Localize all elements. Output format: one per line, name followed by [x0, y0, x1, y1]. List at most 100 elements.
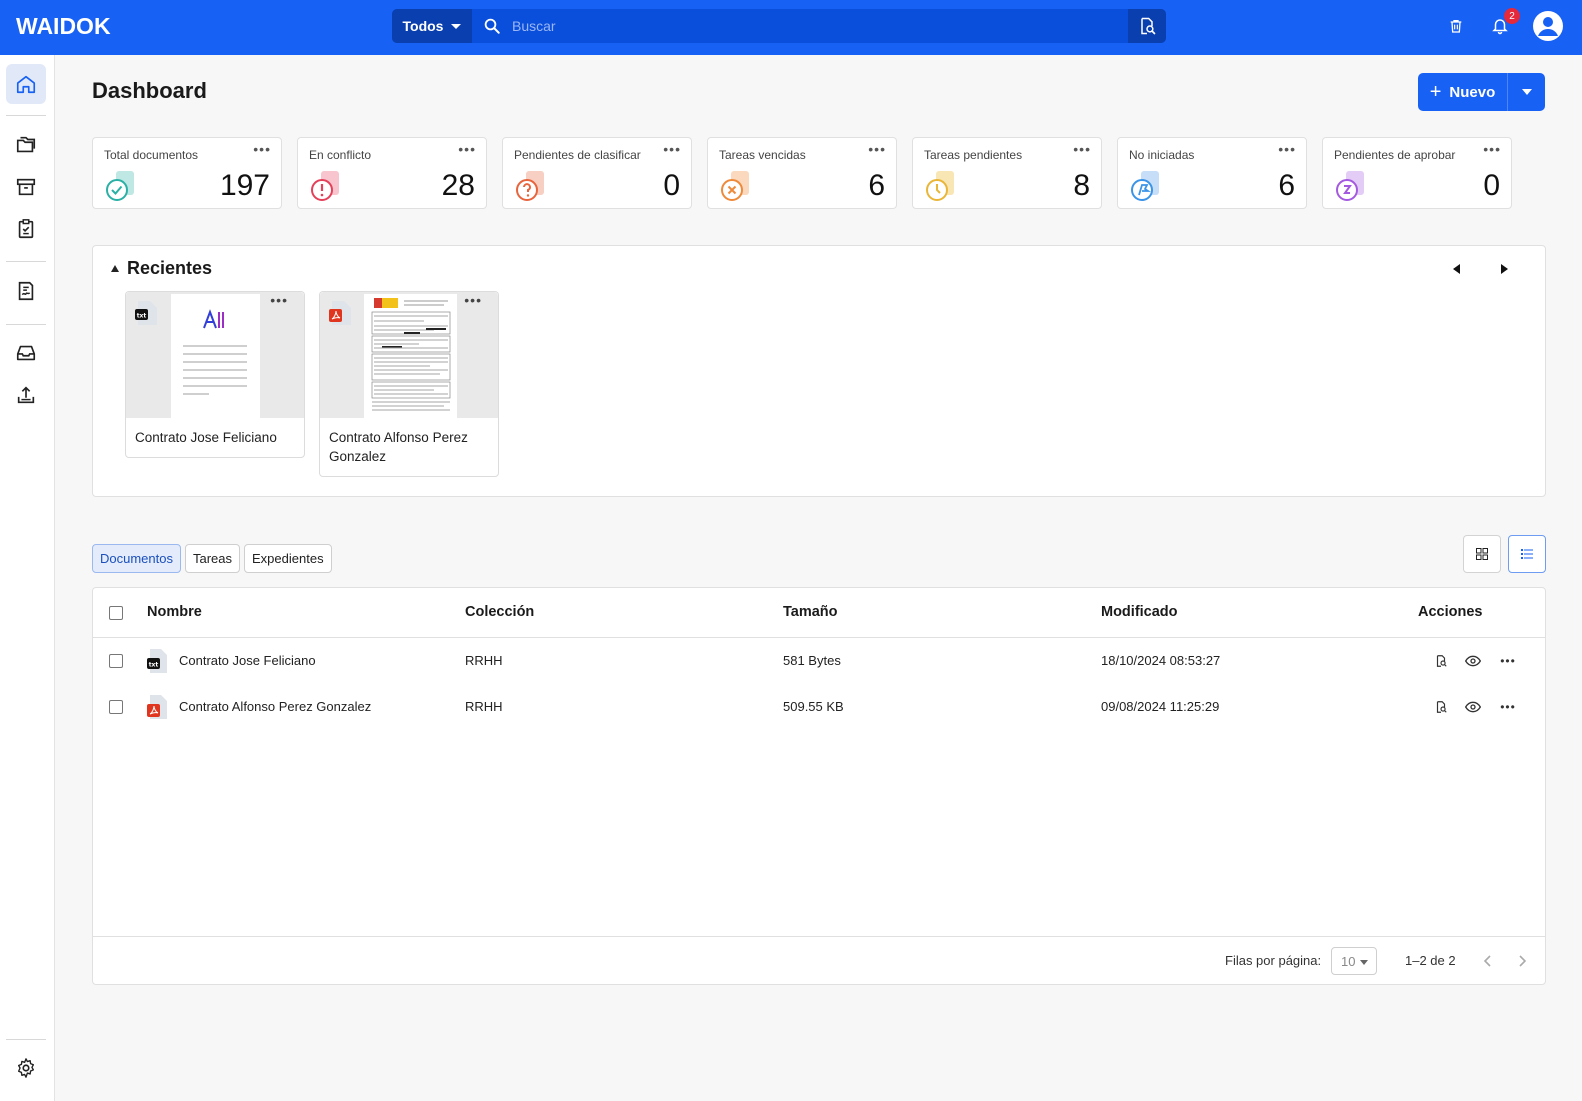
rows-per-page-label: Filas por página:: [1225, 953, 1322, 968]
column-header-name[interactable]: Nombre: [147, 604, 202, 620]
document-thumbnail: txt •••: [126, 292, 304, 418]
trash-icon: [1450, 20, 1462, 33]
more-options-icon[interactable]: •••: [270, 292, 288, 308]
question-icon: [516, 171, 544, 201]
exclamation-icon: [311, 171, 339, 201]
stat-card-pending-tasks[interactable]: Tareas pendientes ••• 8: [912, 137, 1102, 209]
grid-icon: [1476, 548, 1488, 560]
sidebar-item-folders[interactable]: [6, 125, 46, 165]
stat-card-not-started[interactable]: No iniciadas ••• 6: [1117, 137, 1307, 209]
app-logo[interactable]: WAIDOK: [16, 13, 111, 40]
document-thumbnail: •••: [320, 292, 498, 418]
more-options-icon[interactable]: •••: [1278, 141, 1296, 157]
sidebar-item-signatures[interactable]: [6, 271, 46, 311]
row-search-action[interactable]: [1431, 697, 1451, 717]
more-options-icon[interactable]: •••: [1073, 141, 1091, 157]
row-modified: 09/08/2024 11:25:29: [1101, 699, 1220, 714]
txt-file-icon: txt: [135, 301, 157, 325]
table-header: Nombre Colección Tamaño Modificado Accio…: [93, 588, 1545, 638]
stat-value: 197: [219, 169, 270, 202]
user-icon: [1533, 11, 1563, 41]
pagination-range: 1–2 de 2: [1405, 953, 1456, 968]
more-options-icon[interactable]: •••: [464, 292, 482, 308]
sidebar-item-archive[interactable]: [6, 167, 46, 207]
user-avatar[interactable]: [1532, 10, 1564, 42]
tab-expedientes[interactable]: Expedientes: [244, 544, 332, 573]
sidebar-item-upload[interactable]: [6, 375, 46, 415]
stats-row: Total documentos ••• 197 En conflicto ••…: [92, 137, 1512, 209]
row-view-action[interactable]: [1463, 697, 1483, 717]
previous-page-button[interactable]: [1477, 951, 1497, 971]
recent-card[interactable]: ••• Contrato Alfonso Perez Gonzalez: [319, 291, 499, 477]
page-title: Dashboard: [92, 78, 207, 103]
advanced-search-button[interactable]: [1128, 9, 1166, 43]
document-search-icon: [1436, 701, 1447, 713]
rows-per-page-select[interactable]: 10: [1331, 947, 1377, 975]
stat-card-conflict[interactable]: En conflicto ••• 28: [297, 137, 487, 209]
list-view-button[interactable]: [1508, 535, 1546, 573]
more-options-icon[interactable]: •••: [663, 141, 681, 157]
sidebar-item-tasks[interactable]: [6, 209, 46, 249]
more-options-icon[interactable]: •••: [458, 141, 476, 157]
stat-value: 6: [868, 169, 885, 202]
stat-card-pending-approval[interactable]: Pendientes de aprobar ••• 0: [1322, 137, 1512, 209]
more-options-icon[interactable]: •••: [1483, 141, 1501, 157]
new-button[interactable]: + Nuevo: [1418, 73, 1508, 111]
grid-view-button[interactable]: [1463, 535, 1501, 573]
svg-text:txt: txt: [149, 662, 159, 669]
stat-label: Total documentos: [104, 148, 199, 162]
column-header-collection[interactable]: Colección: [465, 604, 534, 620]
recent-card[interactable]: txt ••• Contrato Jose Feliciano: [125, 291, 305, 458]
recent-header[interactable]: Recientes: [111, 258, 212, 279]
upload-icon: [17, 386, 35, 404]
more-options-icon[interactable]: •••: [868, 141, 886, 157]
notifications-button[interactable]: 2: [1488, 8, 1520, 38]
caret-down-icon: [451, 23, 462, 29]
sidebar-item-inbox[interactable]: [6, 333, 46, 373]
stat-label: No iniciadas: [1129, 148, 1195, 162]
row-checkbox[interactable]: [109, 654, 123, 668]
pdf-file-icon: [329, 301, 351, 325]
recent-prev-button[interactable]: [1450, 262, 1464, 276]
stat-value: 28: [441, 169, 475, 202]
search-scope-label: Todos: [402, 18, 444, 34]
search-icon: [472, 17, 512, 35]
stat-card-total[interactable]: Total documentos ••• 197: [92, 137, 282, 209]
row-name[interactable]: Contrato Jose Feliciano: [179, 653, 316, 668]
sidebar-item-settings[interactable]: [6, 1048, 46, 1088]
row-more-options-icon[interactable]: •••: [1498, 697, 1518, 717]
row-more-options-icon[interactable]: •••: [1498, 651, 1518, 671]
row-search-action[interactable]: [1431, 651, 1451, 671]
top-actions: 2: [1444, 8, 1564, 42]
search-scope-dropdown[interactable]: Todos: [392, 9, 472, 43]
stat-card-unclassified[interactable]: Pendientes de clasificar ••• 0: [502, 137, 692, 209]
stat-card-overdue[interactable]: Tareas vencidas ••• 6: [707, 137, 897, 209]
x-icon: [721, 171, 749, 201]
row-checkbox[interactable]: [109, 700, 123, 714]
sidebar-item-home[interactable]: [6, 64, 46, 104]
sidebar-divider: [6, 1039, 46, 1040]
search-input[interactable]: [512, 9, 1128, 43]
more-options-icon[interactable]: •••: [253, 141, 271, 157]
trash-button[interactable]: [1444, 14, 1468, 38]
recent-next-button[interactable]: [1497, 262, 1511, 276]
pdf-file-icon: [147, 695, 167, 719]
tab-tareas[interactable]: Tareas: [184, 544, 241, 573]
recent-title: Recientes: [127, 258, 213, 278]
folder-icon: [16, 136, 36, 153]
column-header-size[interactable]: Tamaño: [783, 604, 838, 620]
table-row[interactable]: txt Contrato Jose Feliciano RRHH 581 Byt…: [93, 638, 1545, 684]
recent-card-name: Contrato Alfonso Perez Gonzalez: [329, 430, 468, 464]
new-dropdown-button[interactable]: [1508, 73, 1545, 111]
column-header-modified[interactable]: Modificado: [1101, 604, 1178, 620]
row-name[interactable]: Contrato Alfonso Perez Gonzalez: [179, 699, 371, 714]
chevron-right-icon: [1519, 955, 1527, 967]
stat-label: En conflicto: [309, 148, 372, 162]
table-row[interactable]: Contrato Alfonso Perez Gonzalez RRHH 509…: [93, 684, 1545, 730]
next-page-button[interactable]: [1513, 951, 1533, 971]
select-all-checkbox[interactable]: [109, 606, 123, 620]
document-search-icon: [1141, 17, 1156, 35]
flag-icon: [1131, 171, 1159, 201]
tab-documentos[interactable]: Documentos: [92, 544, 181, 573]
row-view-action[interactable]: [1463, 651, 1483, 671]
